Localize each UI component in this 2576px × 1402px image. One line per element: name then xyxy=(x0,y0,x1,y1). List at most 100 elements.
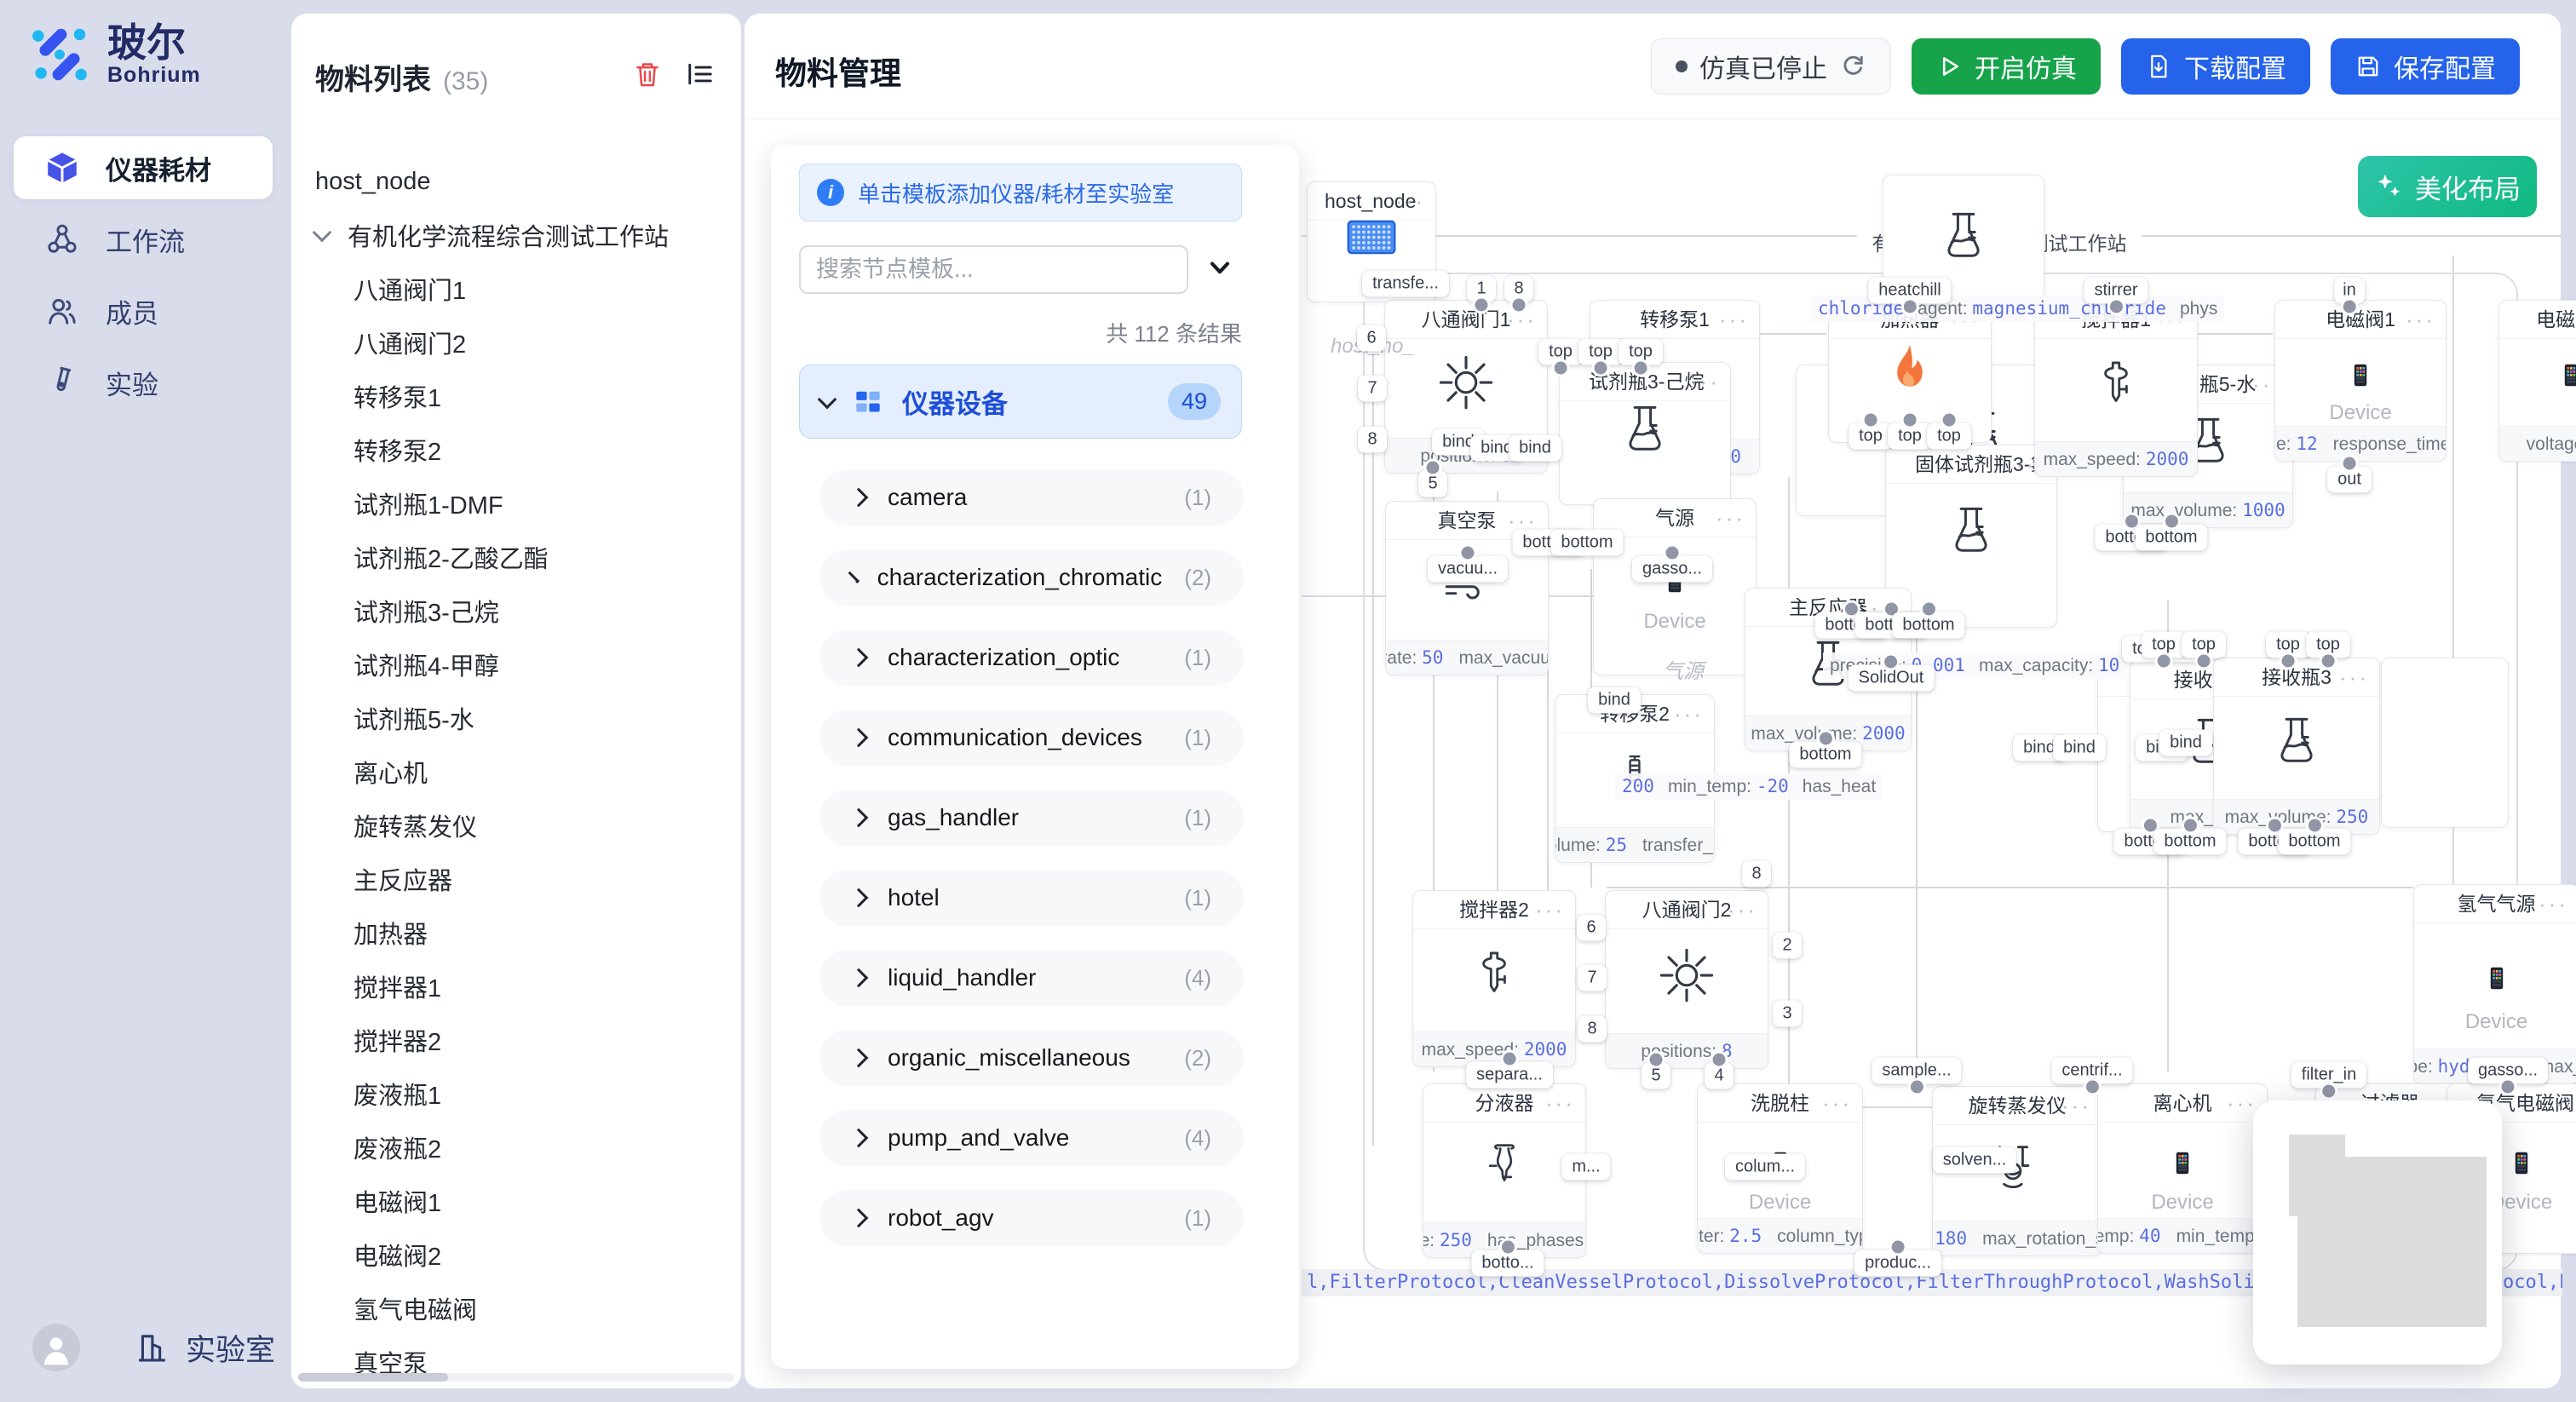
template-item-characterization_chromatic[interactable]: characterization_chromatic(2) xyxy=(819,549,1244,606)
template-item-organic_miscellaneous[interactable]: organic_miscellaneous(2) xyxy=(819,1030,1244,1086)
node-搅拌器1[interactable]: 搅拌器1···max_speed: 2000 xyxy=(2034,300,2198,477)
port-label[interactable]: 1 xyxy=(1467,276,1496,302)
start-simulation-button[interactable]: 开启仿真 xyxy=(1912,38,2101,95)
port-label[interactable]: top xyxy=(1578,339,1623,365)
port-label[interactable]: centrif... xyxy=(2051,1058,2132,1084)
port-label[interactable]: 6 xyxy=(1357,325,1386,352)
port-label[interactable]: 3 xyxy=(1773,1001,1802,1027)
node-menu-icon[interactable]: ··· xyxy=(2406,301,2435,338)
node-离心机[interactable]: 离心机···Devicetemp: 40min_temp: 4 xyxy=(2097,1083,2268,1254)
port-label[interactable]: m... xyxy=(1561,1154,1610,1181)
node-menu-icon[interactable]: ··· xyxy=(1690,363,1720,400)
category-instruments[interactable]: 仪器设备 49 xyxy=(799,365,1242,439)
port-label[interactable]: top xyxy=(1538,339,1583,365)
port-label[interactable]: colum... xyxy=(1725,1154,1805,1181)
download-config-button[interactable]: 下载配置 xyxy=(2121,38,2310,95)
port-label[interactable]: 8 xyxy=(1578,1016,1607,1043)
port-label[interactable]: 8 xyxy=(1742,861,1771,888)
port-label[interactable]: bind xyxy=(1588,687,1641,714)
node-menu-icon[interactable]: ··· xyxy=(2227,1084,2257,1122)
port-label[interactable]: top xyxy=(1849,423,1893,450)
port-label[interactable]: top xyxy=(2266,632,2310,658)
beautify-layout-button[interactable]: 美化布局 xyxy=(2358,156,2537,217)
port-label[interactable]: SolidOut xyxy=(1849,665,1935,692)
port-label[interactable]: top xyxy=(1619,339,1663,365)
node-menu-icon[interactable]: ··· xyxy=(1545,1084,1575,1122)
template-item-communication_devices[interactable]: communication_devices(1) xyxy=(819,710,1244,766)
search-input[interactable] xyxy=(799,245,1188,294)
node-接收瓶3[interactable]: 接收瓶3···max_volume: 250 xyxy=(2213,658,2380,835)
node-氢气气源[interactable]: 氢气气源···Device_type: hydrogenmax_pre xyxy=(2413,884,2576,1084)
template-item-robot_agv[interactable]: robot_agv(1) xyxy=(819,1190,1244,1246)
port-label[interactable]: 8 xyxy=(1504,276,1533,302)
port-label[interactable]: bind xyxy=(1509,435,1561,462)
port-label[interactable]: top xyxy=(2182,632,2226,658)
port-label[interactable]: separa... xyxy=(1466,1062,1553,1089)
port-label[interactable]: 5 xyxy=(1642,1063,1670,1089)
port-label[interactable]: top xyxy=(2306,632,2350,658)
port-label[interactable]: gasso... xyxy=(2468,1058,2548,1084)
port-label[interactable]: botto... xyxy=(1471,1250,1544,1277)
template-item-pump_and_valve[interactable]: pump_and_valve(4) xyxy=(819,1110,1244,1166)
node-menu-icon[interactable]: ··· xyxy=(1822,1084,1852,1122)
node-menu-icon[interactable]: ··· xyxy=(2339,658,2369,696)
node-试剂瓶3-己烷[interactable]: 试剂瓶3-己烷··· xyxy=(1559,362,1731,505)
node-menu-icon[interactable]: ··· xyxy=(2539,885,2568,922)
port-label[interactable]: out xyxy=(2327,467,2372,493)
node-menu-icon[interactable]: ··· xyxy=(1716,499,1745,537)
port-label[interactable]: 8 xyxy=(1358,427,1387,453)
port-label[interactable]: stirrer xyxy=(2084,278,2148,304)
simulation-status-badge[interactable]: 仿真已停止 xyxy=(1651,38,1891,95)
node-真空泵[interactable]: 真空泵···pump_rate: 50max_vacuum: 0.1 xyxy=(1385,501,1549,675)
save-config-button[interactable]: 保存配置 xyxy=(2331,38,2520,95)
port-label[interactable]: bottom xyxy=(1789,742,1861,768)
port-label[interactable]: bottom xyxy=(2153,829,2226,855)
port-label[interactable]: 7 xyxy=(1358,376,1387,402)
node-menu-icon[interactable]: ··· xyxy=(2555,1084,2576,1122)
node-搅拌器2[interactable]: 搅拌器2···max_speed: 2000 xyxy=(1412,890,1576,1067)
node-menu-icon[interactable]: ··· xyxy=(1719,301,1749,338)
port-label[interactable]: produc... xyxy=(1854,1250,1941,1277)
template-item-camera[interactable]: camera(1) xyxy=(819,469,1244,526)
port-label[interactable]: filter_in xyxy=(2291,1062,2366,1089)
port-label[interactable]: 7 xyxy=(1578,965,1607,991)
node-title: 搅拌器2··· xyxy=(1413,891,1575,929)
node-电磁阀2[interactable]: 电磁阀2···voltage: 12 xyxy=(2498,300,2576,462)
port-label[interactable]: transfe... xyxy=(1362,271,1449,297)
port-label[interactable]: 6 xyxy=(1577,915,1606,941)
port-dot-icon xyxy=(1632,359,1650,377)
port-label[interactable]: in xyxy=(2334,278,2365,304)
node-menu-icon[interactable]: ··· xyxy=(1674,695,1704,733)
port-label[interactable]: top xyxy=(2142,632,2186,658)
port-label[interactable]: 2 xyxy=(1773,933,1802,959)
template-item-liquid_handler[interactable]: liquid_handler(4) xyxy=(819,950,1244,1006)
port-label[interactable]: top xyxy=(1927,423,1971,450)
port-label[interactable]: solven... xyxy=(1933,1147,2016,1174)
port-label[interactable]: top xyxy=(1888,423,1932,450)
port-label[interactable]: bind xyxy=(2053,735,2106,761)
template-item-hotel[interactable]: hotel(1) xyxy=(819,870,1244,926)
port-label[interactable]: gasso... xyxy=(1632,556,1712,583)
port-label[interactable]: bottom xyxy=(1550,530,1623,556)
node-menu-icon[interactable]: ··· xyxy=(1728,891,1757,928)
port-label[interactable]: 4 xyxy=(1705,1063,1734,1089)
flow-canvas[interactable]: 美化布局 i 单击模板添加仪器/耗材至实验室 共 112 条结果 仪器设备 49 xyxy=(0,0,2576,1402)
template-item-characterization_optic[interactable]: characterization_optic(1) xyxy=(819,629,1244,686)
port-label[interactable]: vacuu... xyxy=(1428,556,1508,583)
node-气源[interactable]: 气源···Device xyxy=(1593,498,1757,675)
port-label[interactable]: bottom xyxy=(2135,525,2207,551)
node-card[interactable] xyxy=(2381,658,2509,828)
port-label[interactable]: sample... xyxy=(1872,1058,1961,1084)
chevron-down-icon[interactable] xyxy=(1207,257,1233,279)
node-menu-icon[interactable]: ··· xyxy=(1535,891,1565,928)
port-label[interactable]: heatchill xyxy=(1868,278,1951,304)
port-label[interactable]: 5 xyxy=(1418,471,1447,497)
template-item-gas_handler[interactable]: gas_handler(1) xyxy=(819,790,1244,846)
port-label[interactable]: bind xyxy=(2159,730,2212,756)
refresh-icon[interactable] xyxy=(1839,53,1866,80)
node-八通阀门2[interactable]: 八通阀门2···positions: 8 xyxy=(1605,890,1768,1069)
node-电磁阀1[interactable]: 电磁阀1···Devicevoltage: 12response_time: 0… xyxy=(2274,300,2447,462)
port-label[interactable]: bottom xyxy=(2278,829,2350,855)
port-label[interactable]: bottom xyxy=(1892,612,1964,639)
template-item-count: (1) xyxy=(1184,805,1211,831)
